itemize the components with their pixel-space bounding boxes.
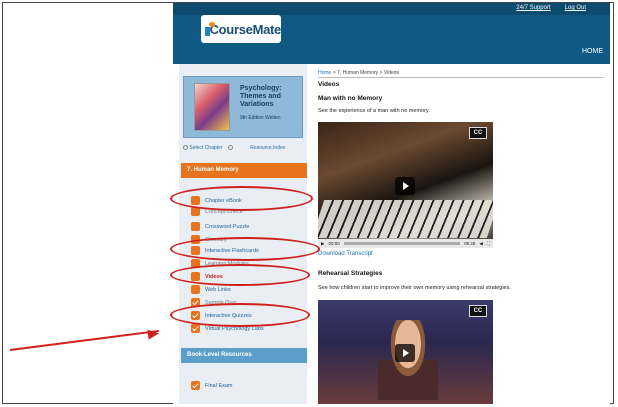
home-link[interactable]: HOME	[582, 48, 603, 55]
chapter-header: 7. Human Memory	[181, 163, 307, 178]
logout-link[interactable]: Log Out	[565, 5, 586, 11]
radio-icon[interactable]	[227, 145, 233, 151]
select-chapter-link[interactable]: Select Chapter	[189, 145, 222, 151]
book-info: Psychology: Themes and Variations 9th Ed…	[183, 76, 303, 138]
book-level-resources-header: Book-Level Resources	[181, 348, 307, 363]
video-player-1[interactable]: CC ▶ 00:00 06:28 ◀ ⛶	[318, 122, 493, 248]
breadcrumb: Home > 7. Human Memory > Videos	[318, 70, 399, 76]
video-controls: ▶ 00:00 06:28 ◀ ⛶	[318, 239, 493, 248]
book-title: Psychology: Themes and Variations	[240, 85, 282, 108]
sidebar-item-crossword[interactable]: Crossword Puzzle	[191, 221, 307, 232]
checkmark-icon	[191, 324, 200, 333]
annotation-ellipse-videos	[170, 264, 310, 286]
chapter-selector-row: Select Chapter Resource Index	[183, 145, 303, 155]
closed-captions-button[interactable]: CC	[469, 127, 487, 139]
sidebar-item-label: Crossword Puzzle	[205, 223, 250, 230]
time-end: 06:28	[464, 241, 476, 246]
logo-text: CourseMate	[209, 21, 282, 37]
fullscreen-icon[interactable]: ⛶	[487, 241, 490, 246]
book-edition: 9th Edition Weiten	[240, 115, 281, 121]
play-button[interactable]	[395, 344, 415, 362]
annotation-ellipse-quizzes	[170, 303, 310, 327]
book-cover-image	[194, 83, 230, 131]
sidebar-item-label: Final Exam	[205, 382, 233, 389]
arrow-head-icon	[147, 328, 160, 340]
video-title-1: Man with no Memory	[318, 95, 383, 102]
breadcrumb-home-link[interactable]: Home	[318, 70, 331, 76]
play-icon[interactable]: ▶	[321, 241, 324, 247]
seek-bar[interactable]	[343, 242, 461, 245]
download-transcript-link[interactable]: Download Transcript	[318, 251, 373, 257]
annotation-ellipse-chapter-ebook	[170, 186, 313, 211]
play-button[interactable]	[395, 177, 415, 195]
sidebar: Psychology: Themes and Variations 9th Ed…	[179, 64, 307, 404]
header-bar: 24/7 Support Log Out CourseMate HOME	[173, 3, 610, 64]
crossword-icon	[191, 222, 200, 231]
video-desc-2: See how children start to improve their …	[318, 285, 511, 291]
page-title: Videos	[318, 81, 340, 88]
main-content: Home > 7. Human Memory > Videos Videos M…	[313, 64, 610, 404]
coursemate-logo-icon	[205, 22, 214, 36]
checkmark-icon	[191, 381, 200, 390]
sidebar-item-final-exam[interactable]: Final Exam	[191, 380, 307, 391]
radio-icon[interactable]	[183, 145, 188, 151]
resource-index-link[interactable]: Resource Index	[250, 145, 285, 151]
piano-keys-image	[318, 200, 493, 238]
sidebar-item-label: Web Links	[205, 286, 231, 293]
video-title-2: Rehearsal Strategies	[318, 270, 383, 277]
annotation-ellipse-flashcards	[170, 237, 320, 261]
video-player-2[interactable]: CC	[318, 300, 493, 404]
closed-captions-button[interactable]: CC	[469, 305, 487, 317]
support-link[interactable]: 24/7 Support	[516, 5, 550, 11]
top-links: 24/7 Support Log Out	[516, 5, 586, 11]
breadcrumb-path: > 7. Human Memory > Videos	[331, 70, 400, 76]
coursemate-logo[interactable]: CourseMate	[201, 15, 281, 43]
volume-icon[interactable]: ◀	[479, 241, 482, 247]
time-start: 00:00	[328, 241, 340, 246]
web-links-icon	[191, 285, 200, 294]
divider	[318, 77, 603, 78]
video-desc-1: See the experience of a man with no memo…	[318, 108, 430, 114]
